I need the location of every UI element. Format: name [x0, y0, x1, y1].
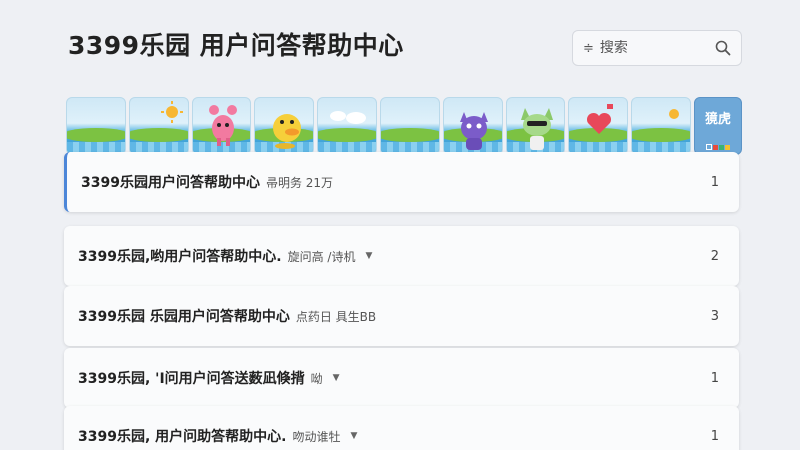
sun-icon: [160, 101, 183, 123]
pink-creature-icon: [208, 105, 237, 146]
banner-tile-yellow-duck[interactable]: [254, 97, 315, 155]
banner-tile-heart[interactable]: [568, 97, 629, 155]
filter-icon[interactable]: ≑: [583, 41, 594, 56]
banner-label-tile[interactable]: 獍虎: [693, 97, 743, 155]
question-meta: 呦: [310, 371, 323, 386]
color-blocks-icon: [705, 144, 730, 150]
banner-tile-landscape[interactable]: [66, 97, 126, 155]
question-meta: 帚明务 21万: [265, 175, 334, 190]
character-banner: 獍虎: [66, 97, 743, 155]
question-meta: 点药日 具生BB: [295, 309, 377, 324]
banner-tile-green-cat[interactable]: [505, 97, 566, 155]
question-count: 1: [710, 174, 719, 190]
purple-cat-icon: [459, 112, 488, 150]
question-row[interactable]: 3399乐园, 用户问助答帮助中心. 吻动谁牡 ▼ 1: [64, 406, 739, 450]
sun-icon: [669, 109, 680, 119]
question-meta: 吻动谁牡: [292, 429, 341, 444]
clouds-icon: [330, 111, 367, 124]
question-title[interactable]: 3399乐园,哟用户问答帮助中心.: [78, 246, 282, 266]
banner-tile-purple-cat[interactable]: [442, 97, 503, 155]
yellow-duck-icon: [273, 114, 302, 149]
page-title: 3399乐园 用户问答帮助中心: [68, 31, 404, 60]
chevron-down-icon[interactable]: ▼: [333, 373, 340, 383]
question-title[interactable]: 3399乐园, 'I问用户问答送薮凪倏揹: [78, 368, 305, 388]
banner-tile-pink-creature[interactable]: [191, 97, 252, 155]
banner-tile-sun[interactable]: [128, 97, 189, 155]
heart-icon: [587, 104, 614, 134]
chevron-down-icon[interactable]: ▼: [365, 251, 372, 261]
question-row[interactable]: 3399乐园用户问答帮助中心 帚明务 21万 1: [64, 152, 739, 212]
banner-tile-clouds[interactable]: [317, 97, 377, 155]
question-count: 3: [710, 308, 719, 324]
banner-tile-landscape-2[interactable]: [379, 97, 440, 155]
question-title[interactable]: 3399乐园 乐园用户问答帮助中心: [78, 306, 290, 326]
question-meta: 旋问高 /诗机: [287, 249, 356, 264]
banner-label: 獍虎: [704, 112, 731, 127]
question-count: 1: [710, 370, 719, 386]
search-input[interactable]: [599, 40, 715, 56]
search-box[interactable]: ≑: [572, 30, 742, 66]
question-count: 1: [710, 428, 719, 444]
question-row[interactable]: 3399乐园, 'I问用户问答送薮凪倏揹 呦 ▼ 1: [64, 348, 739, 408]
question-row[interactable]: 3399乐园,哟用户问答帮助中心. 旋问高 /诗机 ▼ 2: [64, 226, 739, 286]
question-title[interactable]: 3399乐园用户问答帮助中心: [81, 172, 260, 192]
banner-tile-sun-2[interactable]: [631, 97, 691, 155]
question-title[interactable]: 3399乐园, 用户问助答帮助中心.: [78, 426, 286, 446]
question-row[interactable]: 3399乐园 乐园用户问答帮助中心 点药日 具生BB 3: [64, 286, 739, 346]
green-cat-icon: [520, 108, 553, 150]
chevron-down-icon[interactable]: ▼: [351, 431, 358, 441]
search-icon[interactable]: [715, 40, 731, 56]
question-count: 2: [710, 248, 719, 264]
